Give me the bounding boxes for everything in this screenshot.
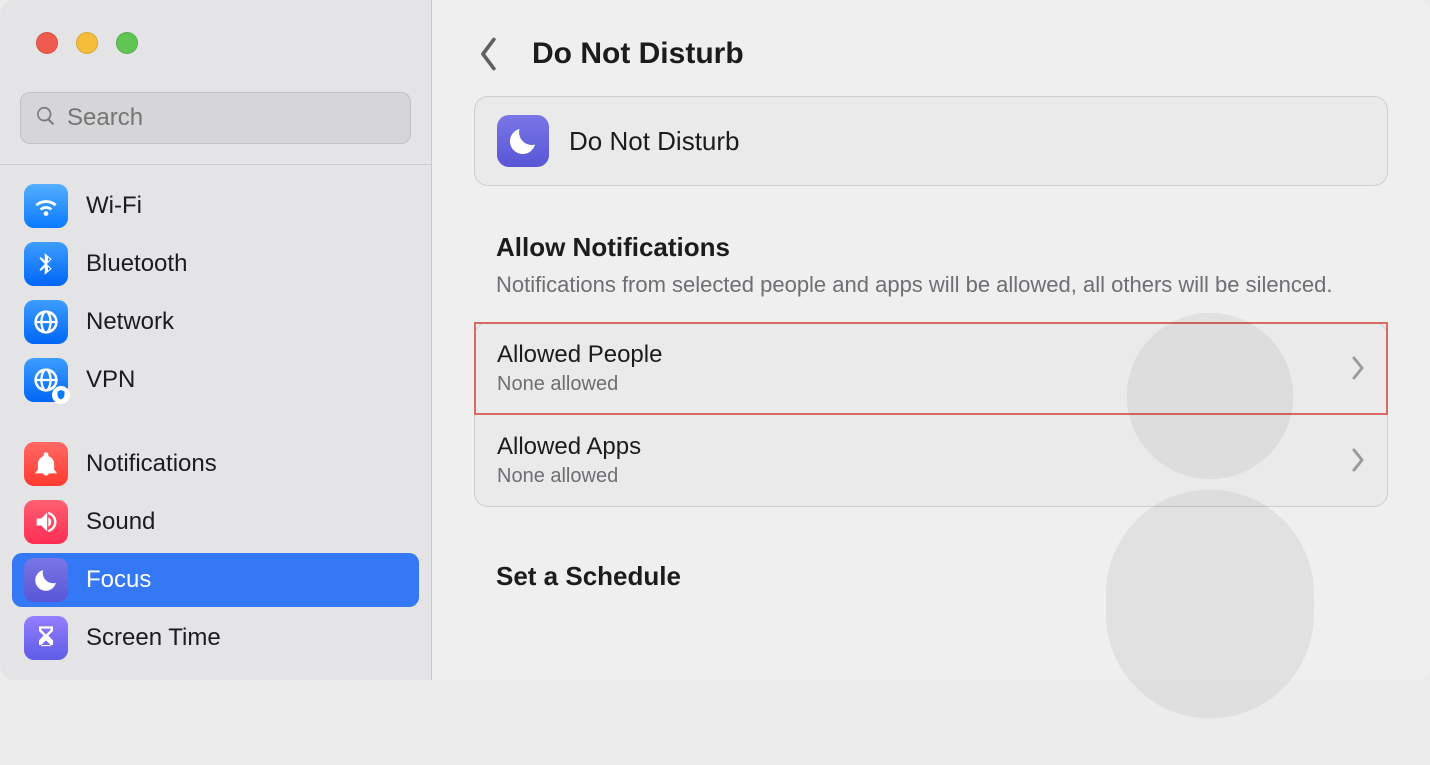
content-pane: Do Not Disturb Do Not Disturb Allow Noti… [432, 0, 1430, 680]
sidebar-item-label: Sound [86, 508, 155, 536]
focus-mode-card[interactable]: Do Not Disturb [474, 96, 1388, 186]
search-field[interactable] [20, 92, 411, 144]
chevron-right-icon [1351, 448, 1365, 472]
search-input[interactable] [67, 104, 396, 132]
sidebar-nav: Wi-Fi Bluetooth Network [0, 165, 431, 679]
back-button[interactable] [474, 34, 504, 74]
sidebar-item-notifications[interactable]: Notifications [12, 437, 419, 491]
allowed-apps-row[interactable]: Allowed Apps None allowed [475, 414, 1387, 506]
sidebar-item-label: Bluetooth [86, 250, 187, 278]
hourglass-icon [24, 616, 68, 660]
allow-list: Allowed People None allowed Allowed Apps… [474, 322, 1388, 507]
section-title: Allow Notifications [496, 232, 1366, 263]
row-title: Allowed Apps [497, 433, 1337, 461]
sidebar-item-label: VPN [86, 366, 135, 394]
search-container [0, 78, 431, 165]
sidebar-group-attention: Notifications Sound Focus [12, 437, 419, 665]
sidebar-item-label: Focus [86, 566, 151, 594]
row-text: Allowed Apps None allowed [497, 433, 1337, 488]
sidebar-item-bluetooth[interactable]: Bluetooth [12, 237, 419, 291]
search-icon [35, 105, 57, 132]
sidebar: Wi-Fi Bluetooth Network [0, 0, 432, 680]
sidebar-item-label: Screen Time [86, 624, 221, 652]
content-header: Do Not Disturb [432, 0, 1430, 86]
row-title: Allowed People [497, 341, 1337, 369]
sidebar-item-label: Network [86, 308, 174, 336]
row-subtitle: None allowed [497, 465, 1337, 488]
section-subtitle: Notifications from selected people and a… [496, 271, 1366, 300]
sidebar-group-network: Wi-Fi Bluetooth Network [12, 179, 419, 407]
page-title: Do Not Disturb [532, 37, 744, 71]
sidebar-item-wifi[interactable]: Wi-Fi [12, 179, 419, 233]
window-controls [0, 0, 431, 78]
allowed-people-row[interactable]: Allowed People None allowed [475, 323, 1387, 414]
close-window-button[interactable] [36, 32, 58, 54]
sidebar-item-label: Wi-Fi [86, 192, 142, 220]
sidebar-item-sound[interactable]: Sound [12, 495, 419, 549]
chevron-right-icon [1351, 356, 1365, 380]
speaker-icon [24, 500, 68, 544]
zoom-window-button[interactable] [116, 32, 138, 54]
sidebar-spacer [12, 411, 419, 433]
do-not-disturb-icon [497, 115, 549, 167]
content-body: Do Not Disturb Allow Notifications Notif… [432, 86, 1430, 632]
moon-icon [24, 558, 68, 602]
wifi-icon [24, 184, 68, 228]
minimize-window-button[interactable] [76, 32, 98, 54]
globe-icon [24, 300, 68, 344]
bell-icon [24, 442, 68, 486]
schedule-section-title: Set a Schedule [474, 507, 1388, 592]
sidebar-item-screen-time[interactable]: Screen Time [12, 611, 419, 665]
settings-window: Wi-Fi Bluetooth Network [0, 0, 1430, 680]
bluetooth-icon [24, 242, 68, 286]
row-subtitle: None allowed [497, 373, 1337, 396]
row-text: Allowed People None allowed [497, 341, 1337, 396]
sidebar-item-focus[interactable]: Focus [12, 553, 419, 607]
vpn-badge-icon [52, 386, 70, 404]
sidebar-item-network[interactable]: Network [12, 295, 419, 349]
focus-mode-label: Do Not Disturb [569, 126, 740, 157]
sidebar-item-label: Notifications [86, 450, 217, 478]
vpn-icon [24, 358, 68, 402]
allow-notifications-header: Allow Notifications Notifications from s… [474, 186, 1388, 300]
sidebar-item-vpn[interactable]: VPN [12, 353, 419, 407]
